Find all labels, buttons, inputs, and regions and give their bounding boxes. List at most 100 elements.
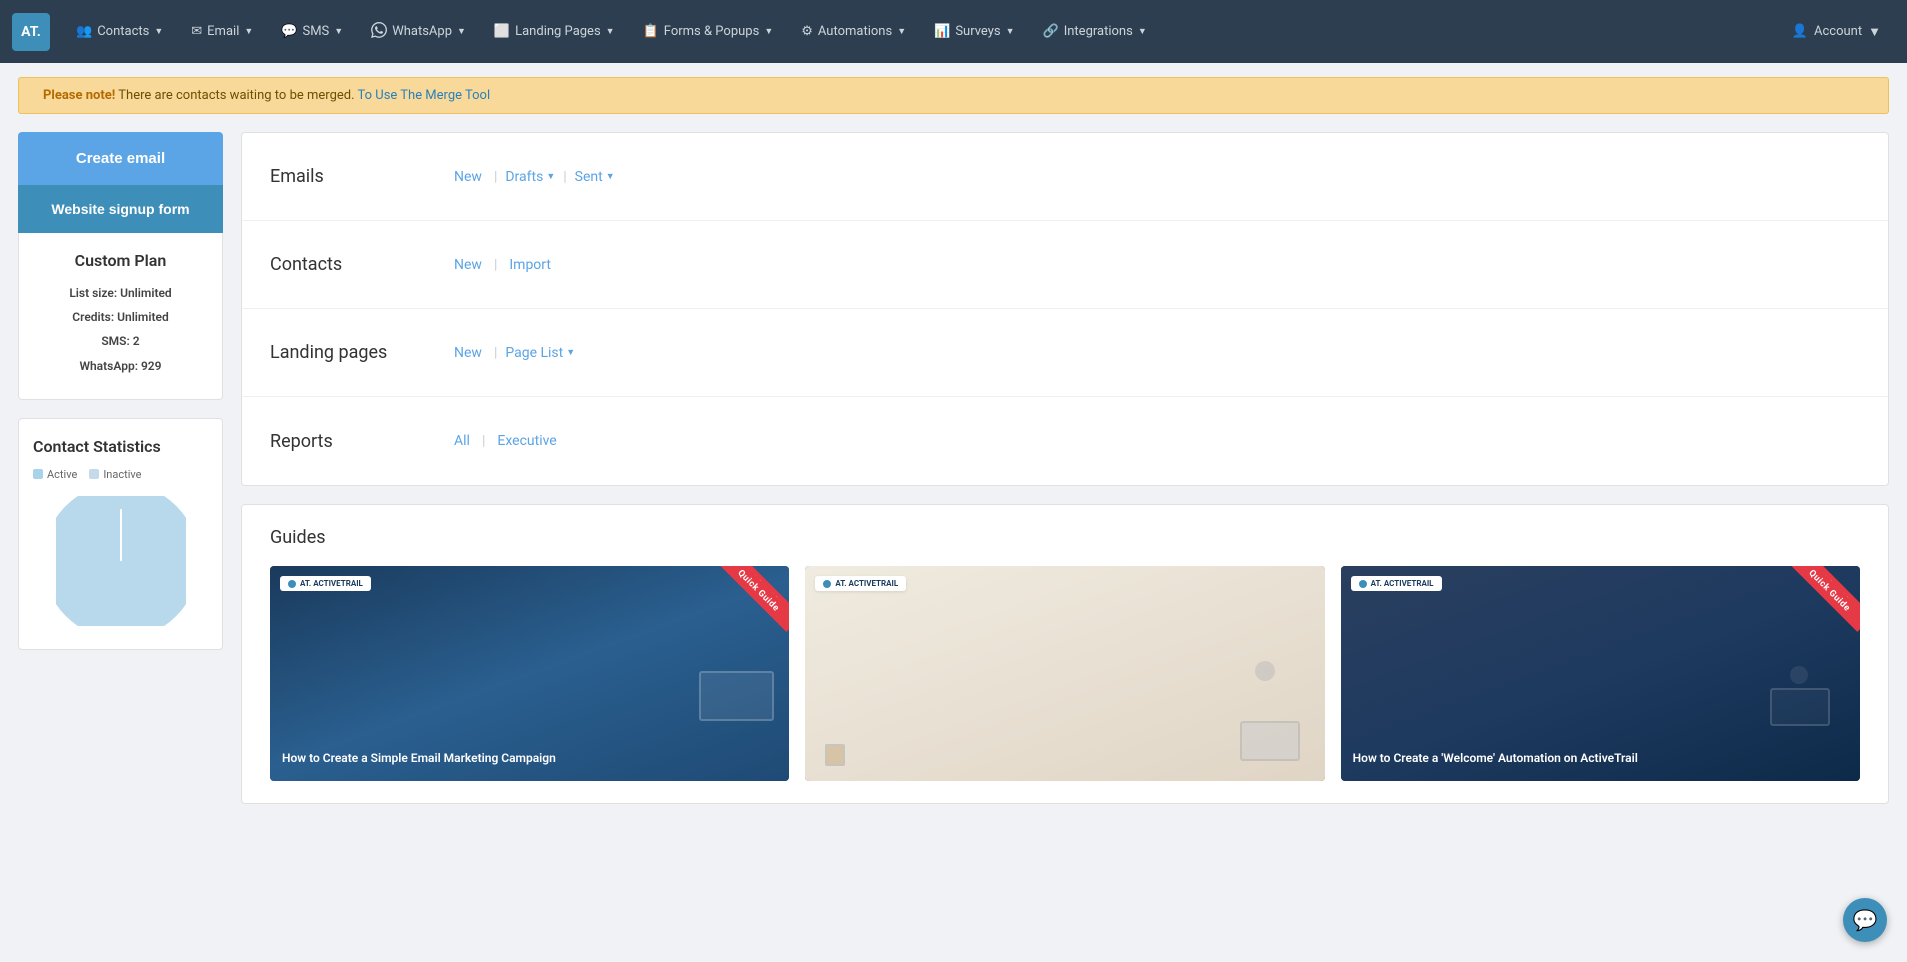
sms-icon: 💬 [281, 24, 297, 39]
plan-card: Custom Plan List size: Unlimited Credits… [18, 233, 223, 400]
emails-sep-2: | [563, 169, 566, 185]
nav-email[interactable]: ✉ Email ▼ [179, 16, 265, 47]
reports-actions: All | Executive [450, 431, 561, 451]
sms-caret-icon: ▼ [334, 26, 343, 37]
email-caret-icon: ▼ [244, 26, 253, 37]
contacts-new-link[interactable]: New [450, 255, 486, 275]
plan-sms: SMS: 2 [33, 332, 208, 351]
emails-title: Emails [270, 166, 450, 187]
nav-sms[interactable]: 💬 SMS ▼ [269, 16, 355, 47]
nav-integrations[interactable]: 🔗 Integrations ▼ [1031, 16, 1159, 47]
reports-executive-link[interactable]: Executive [493, 431, 560, 451]
emails-sent-caret: ▼ [606, 171, 615, 182]
banner-prefix: Please note! [43, 88, 115, 103]
website-signup-button[interactable]: Website signup form [18, 185, 223, 233]
nav-surveys-label: Surveys [955, 24, 1000, 39]
plan-list-size: List size: Unlimited [33, 284, 208, 303]
guide-3-decoration [1770, 666, 1850, 726]
emails-drafts-dropdown[interactable]: Drafts ▼ [505, 169, 555, 185]
surveys-caret-icon: ▼ [1006, 26, 1015, 37]
landing-pages-list-dropdown[interactable]: Page List ▼ [505, 345, 575, 361]
nav-landing-pages-label: Landing Pages [515, 24, 601, 39]
landing-pages-sep-1: | [494, 345, 497, 361]
landing-pages-caret-icon: ▼ [606, 26, 615, 37]
plan-whatsapp: WhatsApp: 929 [33, 357, 208, 376]
guides-title: Guides [270, 527, 1860, 548]
nav-contacts-label: Contacts [97, 24, 149, 39]
guide-1[interactable]: Quick Guide AT. ACTIVETRAIL How to Creat… [270, 566, 789, 781]
plan-list-size-label: List size: [69, 286, 117, 300]
emails-new-link[interactable]: New [450, 167, 486, 187]
legend-active: Active [33, 468, 77, 481]
guide-3-title: How to Create a 'Welcome' Automation on … [1353, 750, 1848, 767]
guide-3[interactable]: Quick Guide AT. ACTIVETRAIL How to Cre [1341, 566, 1860, 781]
contacts-actions: New | Import [450, 255, 555, 275]
guides-grid: Quick Guide AT. ACTIVETRAIL How to Creat… [270, 566, 1860, 781]
guide-1-badge: Quick Guide [719, 566, 789, 636]
nav-forms-popups[interactable]: 📋 Forms & Popups ▼ [631, 16, 786, 47]
plan-whatsapp-label: WhatsApp: [79, 359, 138, 373]
account-icon: 👤 [1792, 24, 1808, 39]
nav-automations[interactable]: ⚙ Automations ▼ [789, 16, 918, 47]
emails-drafts-caret: ▼ [546, 171, 555, 182]
reports-row: Reports All | Executive [242, 397, 1888, 485]
guide-1-decoration [699, 671, 774, 721]
plan-credits-label: Credits: [72, 310, 114, 324]
whatsapp-caret-icon: ▼ [457, 26, 466, 37]
guide-2-decoration [1225, 661, 1315, 761]
active-dot [33, 469, 43, 479]
create-email-button[interactable]: Create email [18, 132, 223, 185]
reports-all-link[interactable]: All [450, 431, 474, 451]
contacts-sep-1: | [494, 257, 497, 273]
nav-whatsapp[interactable]: WhatsApp ▼ [359, 14, 478, 50]
guide-2[interactable]: AT. ACTIVETRAIL [805, 566, 1324, 781]
contacts-import-link[interactable]: Import [505, 255, 555, 275]
automations-icon: ⚙ [801, 24, 813, 39]
dashboard-card: Emails New | Drafts ▼ | Sent ▼ [241, 132, 1889, 486]
nav-landing-pages[interactable]: ⬜ Landing Pages ▼ [482, 16, 627, 47]
automations-caret-icon: ▼ [897, 26, 906, 37]
emails-row: Emails New | Drafts ▼ | Sent ▼ [242, 133, 1888, 221]
reports-title: Reports [270, 431, 450, 452]
plan-sms-value: 2 [133, 334, 140, 348]
nav-automations-label: Automations [818, 24, 892, 39]
legend-inactive: Inactive [89, 468, 141, 481]
guide-2-coffee [825, 744, 845, 766]
guide-3-logo: AT. ACTIVETRAIL [1351, 576, 1442, 591]
guide-2-logo: AT. ACTIVETRAIL [815, 576, 906, 591]
surveys-icon: 📊 [934, 24, 950, 39]
contacts-icon: 👥 [76, 24, 92, 39]
nav-whatsapp-label: WhatsApp [392, 24, 452, 39]
nav-sms-label: SMS [302, 24, 329, 39]
emails-sep-1: | [494, 169, 497, 185]
landing-pages-title: Landing pages [270, 342, 450, 363]
merge-banner: Please note! There are contacts waiting … [18, 77, 1889, 114]
contact-stats-legend: Active Inactive [33, 468, 208, 481]
forms-caret-icon: ▼ [764, 26, 773, 37]
guide-3-badge: Quick Guide [1790, 566, 1860, 636]
nav-account-label: Account [1814, 24, 1862, 39]
nav-email-label: Email [207, 24, 239, 39]
pie-chart [33, 491, 208, 631]
banner-message: There are contacts waiting to be merged. [118, 88, 357, 103]
plan-whatsapp-value: 929 [141, 359, 162, 373]
nav-account[interactable]: 👤 Account ▼ [1778, 16, 1895, 48]
active-label: Active [47, 468, 77, 481]
emails-drafts-label: Drafts [505, 169, 543, 185]
app-logo[interactable]: AT. [12, 13, 50, 51]
guides-card: Guides Quick Guide AT. ACTIVETRAIL [241, 504, 1889, 804]
emails-sent-dropdown[interactable]: Sent ▼ [575, 169, 615, 185]
emails-sent-label: Sent [575, 169, 603, 185]
landing-pages-new-link[interactable]: New [450, 343, 486, 363]
guide-1-title: How to Create a Simple Email Marketing C… [282, 750, 777, 767]
nav-surveys[interactable]: 📊 Surveys ▼ [922, 16, 1026, 47]
landing-pages-row: Landing pages New | Page List ▼ [242, 309, 1888, 397]
right-content: Emails New | Drafts ▼ | Sent ▼ [241, 132, 1889, 804]
chat-bubble[interactable]: 💬 [1843, 898, 1887, 942]
contact-stats-card: Contact Statistics Active Inactive [18, 418, 223, 650]
nav-contacts[interactable]: 👥 Contacts ▼ [64, 16, 175, 47]
landing-pages-list-label: Page List [505, 345, 563, 361]
merge-tool-link[interactable]: To Use The Merge Tool [358, 88, 491, 103]
email-icon: ✉ [191, 24, 202, 39]
pie-chart-svg [56, 496, 186, 626]
